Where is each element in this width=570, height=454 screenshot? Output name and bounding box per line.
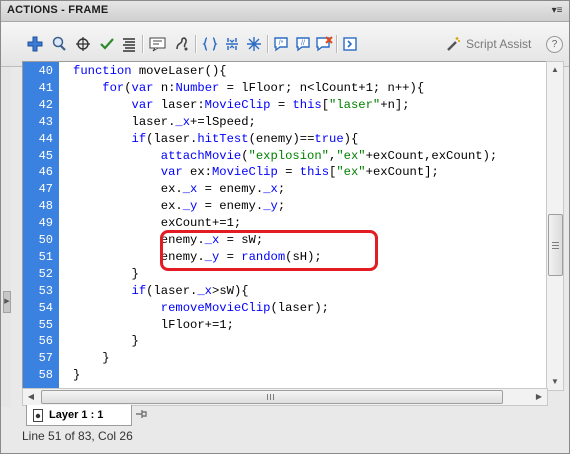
find-icon[interactable] (49, 34, 69, 54)
line-number: 57 (38, 351, 53, 366)
panel-menu-icon[interactable]: ▾≡ (549, 3, 565, 18)
scroll-down-arrow-icon[interactable]: ▼ (547, 374, 563, 390)
code-line: for(var n:Number = lFloor; n<lCount+1; n… (102, 80, 425, 95)
toolbar-separator (267, 35, 269, 53)
scroll-left-arrow-icon[interactable]: ◀ (23, 389, 39, 405)
svg-text:/*: /* (279, 40, 284, 47)
help-icon[interactable]: ? (546, 36, 563, 53)
collapse-selection-icon[interactable] (222, 34, 242, 54)
line-number: 55 (38, 317, 53, 332)
script-tab-bar: Layer 1 : 1 (22, 405, 562, 427)
auto-format-icon[interactable] (119, 34, 139, 54)
line-number: 53 (38, 283, 53, 298)
line-number: 45 (38, 148, 53, 163)
line-number: 56 (38, 334, 53, 349)
highlight-annotation (160, 230, 378, 271)
line-number: 51 (38, 249, 53, 264)
code-line: exCount+=1; (73, 216, 242, 231)
code-line: } (73, 368, 81, 383)
status-bar: Line 51 of 83, Col 26 (22, 429, 133, 443)
scroll-right-arrow-icon[interactable]: ▶ (531, 389, 547, 405)
code-hint-icon[interactable] (148, 34, 168, 54)
line-number: 42 (38, 97, 53, 112)
scroll-up-arrow-icon[interactable]: ▲ (547, 62, 563, 78)
line-number: 49 (38, 216, 53, 231)
code-line: ex._y = enemy._y; (73, 199, 286, 214)
code-line: removeMovieClip(laser); (160, 300, 329, 315)
tab-layer-1[interactable]: Layer 1 : 1 (26, 405, 132, 426)
panel-title: ACTIONS - FRAME (7, 4, 109, 16)
actions-panel: ACTIONS - FRAME ▾≡ /* // Script Assist ?… (0, 0, 570, 454)
add-statement-icon[interactable] (25, 34, 45, 54)
magic-wand-icon (447, 37, 460, 51)
vertical-scrollbar[interactable]: ▲ ▼ (546, 61, 564, 391)
layer-tab-label: Layer 1 : 1 (49, 409, 104, 421)
line-number: 54 (38, 300, 53, 315)
code-line: attachMovie("explosion","ex"+exCount,exC… (160, 148, 498, 163)
svg-text://: // (301, 40, 305, 47)
horizontal-scroll-thumb[interactable] (41, 390, 503, 404)
pin-script-icon[interactable] (134, 407, 148, 426)
code-line: } (73, 266, 139, 281)
code-line: var laser:MovieClip = this["laser"+n]; (131, 97, 410, 112)
check-syntax-icon[interactable] (97, 34, 117, 54)
code-line: lFloor+=1; (73, 317, 234, 332)
apply-line-comment-icon[interactable]: // (293, 34, 313, 54)
script-assist-button[interactable]: Script Assist (445, 34, 531, 54)
code-line: laser._x+=lSpeed; (73, 114, 256, 129)
layer-script-icon (33, 408, 43, 422)
panel-titlebar[interactable]: ACTIONS - FRAME ▾≡ (1, 1, 569, 22)
expand-all-icon[interactable] (244, 34, 264, 54)
line-number: 47 (38, 182, 53, 197)
show-hide-toolbox-icon[interactable] (340, 34, 360, 54)
toolbar-separator (336, 35, 338, 53)
line-number: 52 (38, 266, 53, 281)
line-number: 44 (38, 131, 53, 146)
code-line: function moveLaser(){ (73, 64, 227, 78)
apply-block-comment-icon[interactable]: /* (271, 34, 291, 54)
line-number: 58 (38, 368, 53, 383)
toolbar-separator (195, 35, 197, 53)
line-number: 50 (38, 233, 53, 247)
code-line: if(laser._x>sW){ (131, 283, 249, 298)
toolbox-strip: ▶ (1, 67, 11, 407)
script-assist-label: Script Assist (466, 37, 532, 51)
debug-options-icon[interactable] (172, 34, 192, 54)
code-line: if(laser.hitTest(enemy)==true){ (131, 131, 359, 146)
collapse-between-braces-icon[interactable] (200, 34, 220, 54)
target-path-icon[interactable] (73, 34, 93, 54)
toolbox-toggle-handle[interactable]: ▶ (3, 291, 11, 313)
code-line: ex._x = enemy._x; (73, 182, 286, 197)
script-editor[interactable]: 40 function moveLaser(){ 41 for(var n:Numb… (22, 61, 548, 389)
line-number: 40 (38, 64, 53, 78)
toolbar-separator (142, 35, 144, 53)
line-number: 41 (38, 80, 53, 95)
code-line: } (73, 334, 139, 349)
code-line: var ex:MovieClip = this["ex"+exCount]; (160, 165, 439, 180)
remove-comment-icon[interactable] (314, 34, 334, 54)
vertical-scroll-thumb[interactable] (548, 214, 563, 276)
horizontal-scrollbar[interactable]: ◀ ▶ (22, 388, 548, 406)
code-line: } (73, 351, 110, 366)
line-number: 43 (38, 114, 53, 129)
line-number: 48 (38, 199, 53, 214)
line-number: 46 (38, 165, 53, 180)
